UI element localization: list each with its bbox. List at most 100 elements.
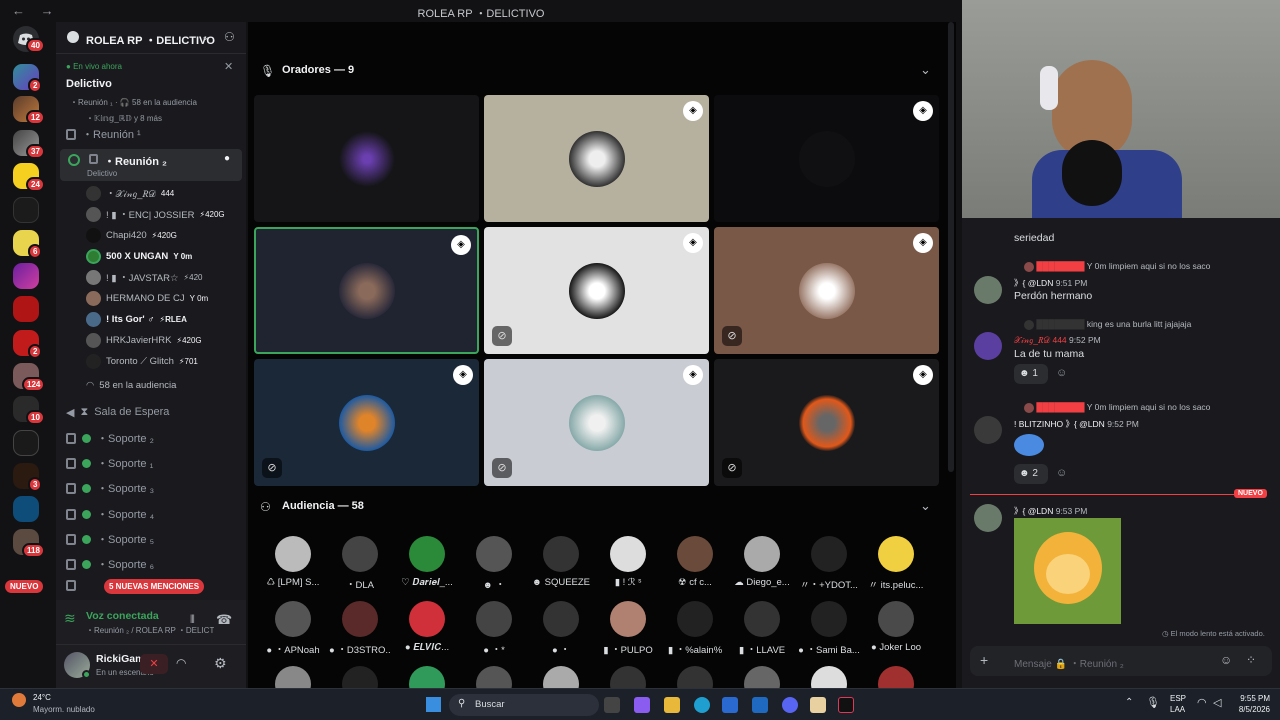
add-member-icon[interactable]: ⚇ (224, 30, 235, 44)
author[interactable]: 𝒳𝒾𝓃𝑔_𝑅𝒟 444 (1014, 335, 1067, 345)
channel-soporte[interactable]: ・Soporte ₃ (66, 478, 154, 498)
avatar[interactable] (974, 416, 1002, 444)
speaker-tile[interactable]: ◈ ⊘ (254, 359, 479, 486)
chevron-down-icon[interactable]: ⌄ (920, 498, 931, 514)
clock-time[interactable]: 9:55 PM (1232, 694, 1270, 703)
audience-member[interactable] (396, 666, 458, 688)
audience-member[interactable]: 〃・+YDOT... (798, 536, 860, 591)
headphones-button[interactable]: ◠ (176, 656, 186, 670)
audience-member[interactable]: ☻ ・ (463, 536, 525, 591)
author[interactable]: ! BLITZINHO 》{ @LDN (1014, 419, 1105, 429)
audience-member[interactable]: ● ・APNoah (262, 601, 324, 656)
speaker-tile[interactable]: ◈ ⊘ (714, 359, 939, 486)
speaker-tile-speaking[interactable]: ◈ (254, 227, 479, 354)
chat-bubble-icon[interactable]: ● (224, 153, 230, 164)
soundboard-icon[interactable]: ⦀ (190, 614, 195, 627)
audience-member[interactable]: ▮ ・%alain% (664, 601, 726, 656)
chevron-down-icon[interactable]: ⌄ (920, 62, 931, 78)
audience-member[interactable] (597, 666, 659, 688)
audience-member[interactable] (664, 666, 726, 688)
author[interactable]: 》{ @LDN (1014, 506, 1053, 516)
microphone-icon[interactable]: 🎙 (1146, 696, 1160, 709)
wifi-icon[interactable]: ◠ (1197, 696, 1207, 709)
file-explorer-icon[interactable] (664, 697, 680, 713)
tiktok-icon[interactable] (838, 697, 854, 713)
active-channel-reunion-2[interactable]: ・Reunión ₂ Delictivo ● (60, 149, 242, 181)
member-row[interactable]: HRKJavierHRK ⚡420G (86, 331, 202, 349)
author[interactable]: 》{ @LDN (1014, 278, 1053, 288)
audience-member[interactable]: ● ・Sami Ba... (798, 601, 860, 656)
audience-member[interactable]: 〃 its.peluc... (865, 536, 927, 591)
edge-icon[interactable] (694, 697, 710, 713)
audience-member[interactable]: ● Joker Loo (865, 601, 927, 653)
channel-soporte[interactable]: ・Soporte ₂ (66, 428, 154, 448)
member-row[interactable]: Chapi420 ⚡420G (86, 226, 177, 244)
avatar[interactable] (974, 276, 1002, 304)
new-mentions-pill[interactable]: 5 NUEVAS MENCIONES (104, 579, 205, 594)
weather-icon[interactable] (12, 693, 26, 707)
member-row[interactable]: ・𝒳𝒾𝓃𝑔_𝑅𝒟 444 (86, 184, 174, 202)
speaker-tile[interactable]: ◈ ⊘ (484, 359, 709, 486)
audience-member[interactable]: ● ・D3STRO... (329, 601, 391, 656)
close-icon[interactable]: ✕ (224, 60, 233, 73)
audience-member[interactable] (731, 666, 793, 688)
audience-member[interactable] (463, 666, 525, 688)
copilot-icon[interactable] (634, 697, 650, 713)
discord-icon[interactable] (782, 697, 798, 713)
windows-start-icon[interactable] (426, 697, 441, 712)
speaker-tile[interactable] (254, 95, 479, 222)
audience-member[interactable]: ▮ ・LLAVE (731, 601, 793, 656)
scrollbar[interactable] (948, 22, 954, 472)
new-servers-pill[interactable]: NUEVO (5, 580, 44, 593)
speaker-tile[interactable]: ◈ (714, 95, 939, 222)
add-reaction-icon[interactable]: ☺ (1056, 467, 1067, 479)
outlook-icon[interactable] (752, 697, 768, 713)
settings-gear-icon[interactable]: ⚙ (214, 655, 227, 672)
message-input[interactable]: + Mensaje 🔒 ・Reunión ₂ ☺ ⁘ (970, 646, 1272, 676)
audience-member[interactable] (865, 666, 927, 688)
audience-member[interactable] (329, 666, 391, 688)
app-icon[interactable] (810, 697, 826, 713)
channel-soporte[interactable]: ・Soporte ₅ (66, 529, 154, 549)
audience-member[interactable]: ☻ SQUEEZE (530, 536, 592, 588)
audience-member[interactable] (798, 666, 860, 688)
reaction[interactable]: ☻ 1 (1014, 364, 1048, 384)
channel-sala-de-espera[interactable]: ◀ ⧗ Sala de Espera (66, 402, 169, 422)
audience-member[interactable]: ☢ cf c... (664, 536, 726, 588)
reaction[interactable]: ☻ 2 (1014, 464, 1048, 484)
server-icon[interactable] (13, 296, 39, 322)
search-box[interactable]: ⚲ Buscar (449, 694, 599, 716)
chevron-up-icon[interactable]: ⌃ (1125, 697, 1133, 708)
member-row[interactable]: Toronto ⟋ Glitch ⚡701 (86, 352, 198, 370)
audience-count-row[interactable]: ◠ 58 en la audiencia (86, 376, 176, 394)
audience-member[interactable]: ☁ Diego_e... (731, 536, 793, 588)
server-icon[interactable] (13, 496, 39, 522)
audience-header[interactable]: Audiencia — 58 (282, 500, 364, 512)
server-icon[interactable] (13, 197, 39, 223)
volume-icon[interactable]: ◁ (1213, 696, 1221, 709)
emoji-icon[interactable]: ☺ (1220, 653, 1232, 667)
apps-icon[interactable]: ⁘ (1246, 653, 1256, 667)
avatar[interactable] (974, 504, 1002, 532)
member-row[interactable]: ! ▮ ・ENC| JOSSIER ⚡420G (86, 205, 225, 223)
image-attachment[interactable] (1014, 518, 1121, 624)
speaker-tile[interactable]: ◈ ⊘ (484, 227, 709, 354)
channel-soporte[interactable]: ・Soporte ₆ (66, 554, 154, 574)
language-primary[interactable]: ESP (1170, 694, 1186, 703)
member-row[interactable]: 500 X UNGAN Y 0m (86, 247, 192, 265)
channel-soporte[interactable]: ・Soporte ₄ (66, 504, 154, 524)
server-icon[interactable] (13, 263, 39, 289)
audience-member[interactable] (262, 666, 324, 688)
weather-temp[interactable]: 24°C (33, 693, 51, 702)
channel-reunion-1[interactable]: ・Reunión ¹ (66, 124, 141, 144)
channel-soporte[interactable]: ・Soporte ₁ (66, 453, 153, 473)
audience-member[interactable] (530, 666, 592, 688)
member-row[interactable]: HERMANO DE CJ Y 0m (86, 289, 208, 307)
audience-member[interactable]: ♺ [LPM] S... (262, 536, 324, 588)
server-icon[interactable] (13, 430, 39, 456)
audience-member[interactable]: ● ・* (463, 601, 525, 656)
audience-member[interactable]: ● 𝑬𝑳𝑽𝑰𝑪... (396, 601, 458, 653)
audience-member[interactable]: ▮ ・PULPO (597, 601, 659, 656)
add-attachment-icon[interactable]: + (980, 652, 988, 668)
disconnect-icon[interactable]: ☎ (216, 612, 232, 628)
